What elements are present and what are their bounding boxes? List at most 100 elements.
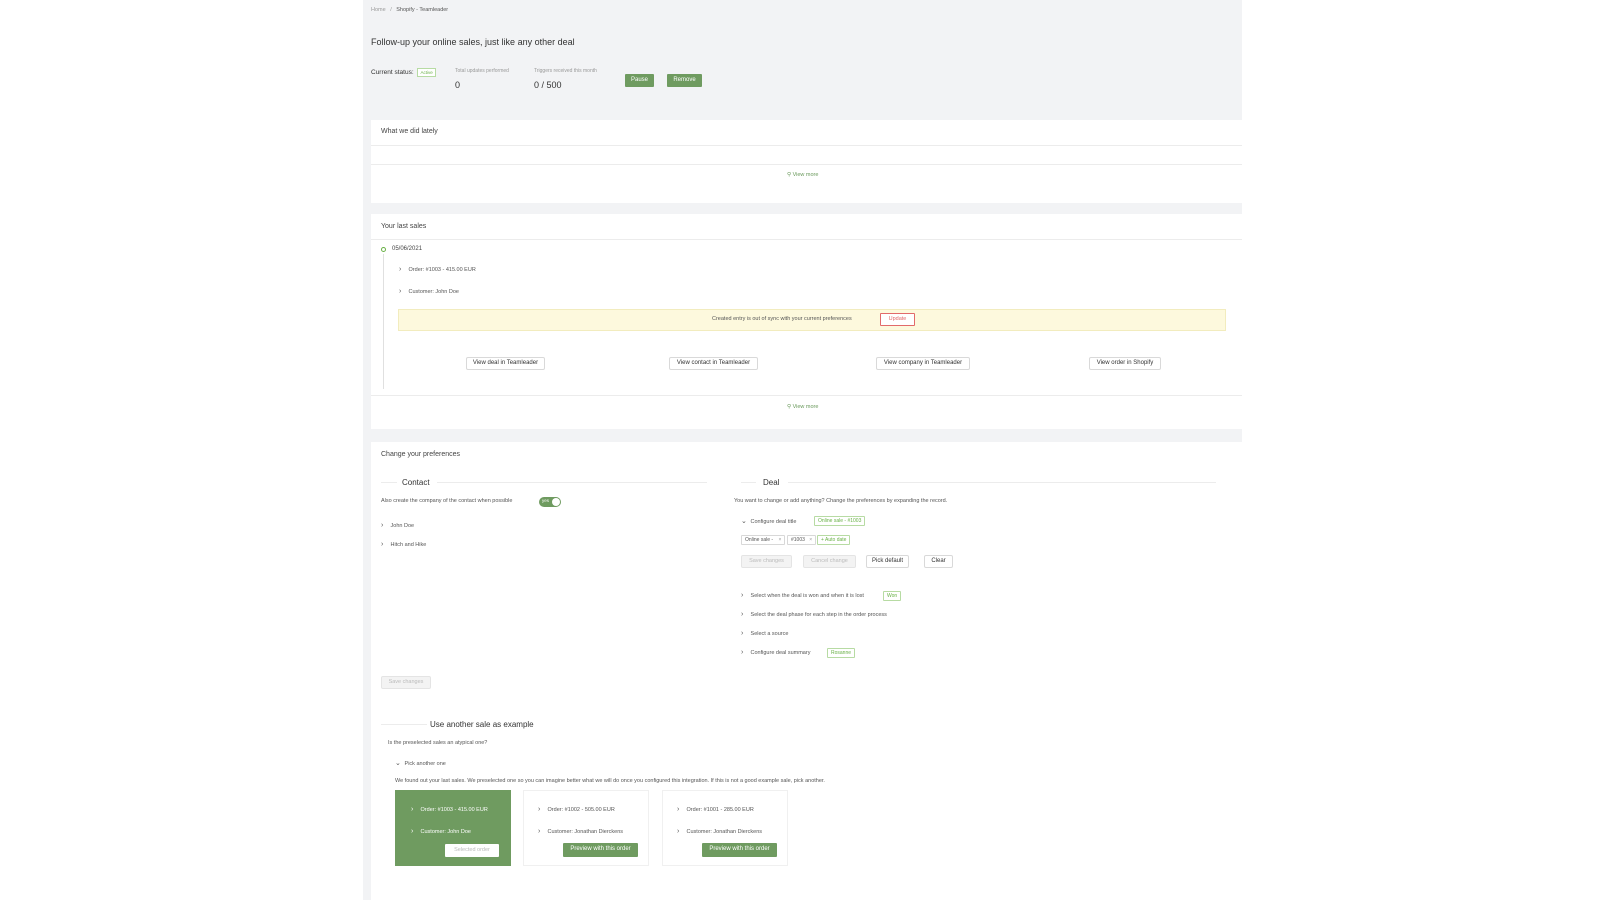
preferences-card: Change your preferences Contact Also cre… (371, 442, 1242, 900)
view-contact-button[interactable]: View contact in Teamleader (669, 357, 758, 370)
save-preferences-button[interactable]: Save changes (381, 676, 431, 689)
example-explanation: We found out your last sales. We presele… (395, 778, 825, 784)
pause-button[interactable]: Pause (625, 74, 654, 87)
deal-heading: Deal (763, 478, 780, 487)
order-card[interactable]: › Order: #1001 - 285.00 EUR › Customer: … (662, 790, 788, 866)
pick-another-label: Pick another one (404, 761, 446, 767)
preview-order-button[interactable]: Preview with this order (563, 843, 638, 857)
status-badge: Active (417, 68, 436, 77)
updates-label: Total updates performed (455, 68, 509, 74)
summary-label: Configure deal summary (750, 650, 811, 656)
timeline-line (383, 254, 384, 389)
chevron-right-icon: › (741, 649, 744, 656)
won-lost-row[interactable]: › Select when the deal is won and when i… (741, 592, 864, 599)
contact-heading: Contact (402, 478, 430, 487)
contact-item[interactable]: › Hitch and Hike (381, 541, 426, 548)
preview-order-button[interactable]: Preview with this order (702, 843, 777, 857)
breadcrumb-separator: / (390, 7, 392, 13)
page-title: Follow-up your online sales, just like a… (371, 37, 575, 47)
recent-activity-title: What we did lately (381, 128, 438, 135)
status-label: Current status: Active (371, 68, 436, 77)
chevron-right-icon: › (677, 828, 680, 835)
chevron-right-icon: › (399, 266, 402, 273)
title-chip[interactable]: Online sale - × (741, 535, 786, 545)
sale-date: 05/06/2021 (392, 246, 423, 252)
chevron-right-icon: › (381, 541, 384, 548)
chevron-right-icon: › (741, 592, 744, 599)
clear-button[interactable]: Clear (924, 555, 953, 568)
selected-order-button[interactable]: Selected order (445, 844, 499, 857)
title-chip[interactable]: #1003 × (787, 535, 817, 545)
preferences-title: Change your preferences (381, 451, 460, 458)
view-more-label: View more (792, 172, 819, 178)
deal-intro: You want to change or add anything? Chan… (734, 498, 948, 504)
breadcrumb-home[interactable]: Home (371, 7, 386, 13)
chevron-down-icon: ⌄ (741, 518, 747, 525)
close-icon[interactable]: × (778, 537, 781, 543)
source-label: Select a source (750, 631, 789, 637)
last-sales-title: Your last sales (381, 223, 427, 230)
order-label: Order: #1003 - 415.00 EUR (408, 267, 476, 273)
chevron-right-icon: › (411, 806, 414, 813)
divider (741, 482, 756, 483)
cancel-change-button[interactable]: Cancel change (803, 555, 856, 568)
chevron-right-icon: › (741, 611, 744, 618)
pick-another-row[interactable]: ⌄ Pick another one (395, 759, 446, 767)
example-question: Is the preselected sales an atypical one… (388, 740, 488, 746)
view-more-link[interactable]: ⚲ View more (787, 404, 818, 410)
view-deal-button[interactable]: View deal in Teamleader (466, 357, 545, 370)
won-tag: Won (883, 591, 902, 601)
source-row[interactable]: › Select a source (741, 630, 788, 637)
contact-item-label: Hitch and Hike (390, 542, 427, 548)
phase-row[interactable]: › Select the deal phase for each step in… (741, 611, 887, 618)
view-order-button[interactable]: View order in Shopify (1089, 357, 1161, 370)
chip-label: Online sale - (745, 537, 774, 543)
triggers-label: Triggers received this month (534, 68, 597, 74)
toggle-knob (552, 498, 560, 506)
search-icon: ⚲ (787, 404, 792, 410)
configure-title-label: Configure deal title (750, 519, 797, 525)
status-label-text: Current status: (371, 69, 414, 76)
order-card-order: › Order: #1003 - 415.00 EUR (411, 806, 488, 813)
last-sales-card: Your last sales 05/06/2021 › Order: #100… (371, 214, 1242, 429)
summary-row[interactable]: › Configure deal summary (741, 649, 810, 656)
order-card-selected[interactable]: › Order: #1003 - 415.00 EUR › Customer: … (395, 790, 511, 866)
chevron-right-icon: › (381, 522, 384, 529)
pick-default-button[interactable]: Pick default (866, 555, 909, 568)
view-more-label: View more (792, 404, 819, 410)
breadcrumb-current: Shopify - Teamleader (396, 7, 449, 13)
order-row[interactable]: › Order: #1003 - 415.00 EUR (399, 266, 476, 273)
chevron-down-icon: ⌄ (395, 760, 401, 767)
order-card-customer-label: Customer: Jonathan Dierckens (686, 829, 763, 835)
save-title-button[interactable]: Save changes (741, 555, 792, 568)
customer-row[interactable]: › Customer: John Doe (399, 288, 459, 295)
sync-warning-banner: Created entry is out of sync with your c… (398, 309, 1226, 331)
divider (371, 239, 1242, 240)
chevron-right-icon: › (677, 806, 680, 813)
chip-label: #1003 (791, 537, 805, 543)
page-container: Home / Shopify - Teamleader Follow-up yo… (363, 0, 1242, 900)
contact-item[interactable]: › John Doe (381, 522, 414, 529)
chevron-right-icon: › (411, 828, 414, 835)
close-icon[interactable]: × (809, 537, 812, 543)
customer-label: Customer: John Doe (408, 289, 459, 295)
configure-title-row[interactable]: ⌄ Configure deal title (741, 517, 796, 525)
company-toggle[interactable]: yes (539, 497, 561, 507)
view-company-button[interactable]: View company in Teamleader (876, 357, 970, 370)
view-more-link[interactable]: ⚲ View more (787, 172, 818, 178)
order-card-order-label: Order: #1002 - 505.00 EUR (547, 807, 615, 813)
updates-value: 0 (455, 80, 461, 90)
divider (371, 395, 1242, 396)
company-option-label: Also create the company of the contact w… (381, 498, 513, 504)
example-heading: Use another sale as example (430, 720, 534, 729)
remove-button[interactable]: Remove (667, 74, 702, 87)
add-auto-date-tag[interactable]: + Auto date (817, 535, 851, 545)
order-card-customer: › Customer: Jonathan Dierckens (538, 828, 623, 835)
order-card-customer-label: Customer: Jonathan Dierckens (547, 829, 624, 835)
search-icon: ⚲ (787, 172, 792, 178)
chevron-right-icon: › (538, 828, 541, 835)
divider (437, 482, 707, 483)
update-button[interactable]: Update (880, 313, 915, 326)
order-card[interactable]: › Order: #1002 - 505.00 EUR › Customer: … (523, 790, 649, 866)
contact-item-label: John Doe (390, 523, 415, 529)
